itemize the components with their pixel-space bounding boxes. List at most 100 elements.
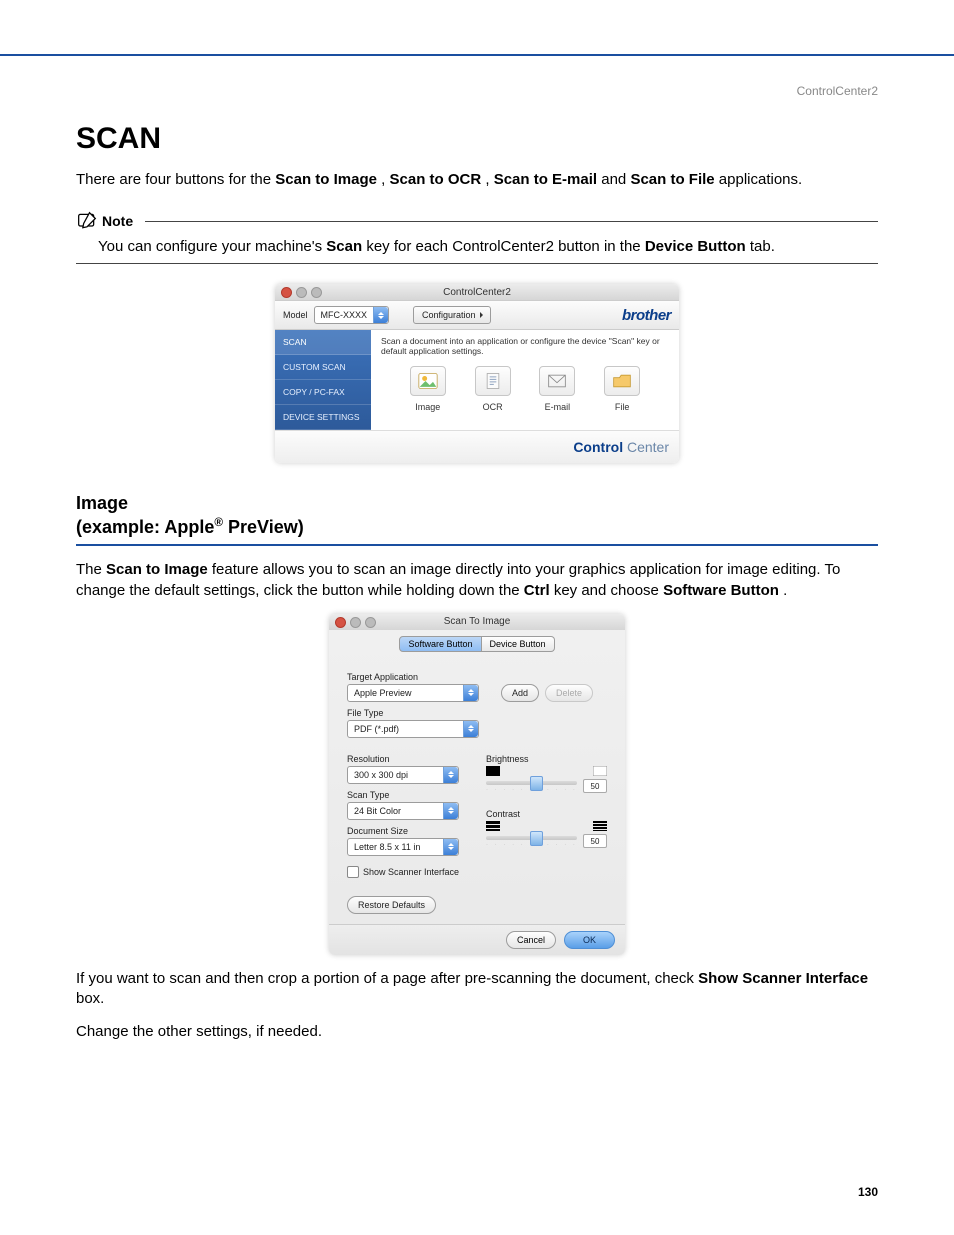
brightness-label: Brightness bbox=[486, 754, 607, 764]
dialog-title: Scan To Image bbox=[444, 616, 511, 627]
brightness-high-icon bbox=[593, 766, 607, 776]
text: , bbox=[381, 171, 389, 188]
scan-to-email-label: Scan to E-mail bbox=[494, 171, 597, 188]
brightness-slider[interactable] bbox=[486, 781, 577, 785]
software-button-bold: Software Button bbox=[663, 582, 779, 599]
traffic-lights bbox=[281, 287, 322, 298]
target-application-row: Apple Preview Add Delete bbox=[347, 684, 607, 702]
chevron-updown-icon bbox=[463, 721, 478, 737]
folder-icon bbox=[604, 366, 640, 396]
scan-key-label: Scan bbox=[326, 238, 362, 255]
contrast-value: 50 bbox=[583, 834, 607, 848]
model-label: Model bbox=[283, 310, 308, 320]
image-icon bbox=[410, 366, 446, 396]
brightness-low-icon bbox=[486, 766, 500, 776]
email-icon bbox=[539, 366, 575, 396]
sidebar-item-scan[interactable]: SCAN bbox=[275, 330, 371, 355]
logo-bold: Control bbox=[573, 439, 623, 455]
zoom-icon[interactable] bbox=[311, 287, 322, 298]
sidebar-item-device-settings[interactable]: DEVICE SETTINGS bbox=[275, 405, 371, 430]
text: PreView) bbox=[223, 517, 304, 537]
minimize-icon[interactable] bbox=[350, 617, 361, 628]
sidebar-item-custom-scan[interactable]: CUSTOM SCAN bbox=[275, 355, 371, 380]
dialog-titlebar: Scan To Image bbox=[329, 614, 625, 630]
scan-to-ocr-button[interactable]: OCR bbox=[475, 366, 511, 412]
section-heading-line1: Image bbox=[76, 493, 878, 514]
file-type-select[interactable]: PDF (*.pdf) bbox=[347, 720, 479, 738]
add-button[interactable]: Add bbox=[501, 684, 539, 702]
sidebar: SCAN CUSTOM SCAN COPY / PC-FAX DEVICE SE… bbox=[275, 330, 371, 430]
show-scanner-interface-paragraph: If you want to scan and then crop a port… bbox=[76, 969, 878, 1010]
scan-to-file-button[interactable]: File bbox=[604, 366, 640, 412]
text: . bbox=[783, 582, 787, 599]
scan-type-select[interactable]: 24 Bit Color bbox=[347, 802, 459, 820]
model-select[interactable]: MFC-XXXX bbox=[314, 306, 390, 324]
configuration-menu[interactable]: Configuration bbox=[413, 306, 491, 324]
contrast-slider[interactable] bbox=[486, 836, 577, 840]
chevron-updown-icon bbox=[443, 767, 458, 783]
slider-knob[interactable] bbox=[530, 831, 543, 846]
page-number: 130 bbox=[858, 1185, 878, 1199]
note-title: Note bbox=[102, 213, 133, 229]
model-value: MFC-XXXX bbox=[315, 310, 374, 320]
tab-device-button[interactable]: Device Button bbox=[482, 636, 555, 652]
scan-to-file-label: Scan to File bbox=[630, 171, 714, 188]
document-size-select[interactable]: Letter 8.5 x 11 in bbox=[347, 838, 459, 856]
button-label: E-mail bbox=[545, 402, 571, 412]
section-heading-line2: (example: Apple® PreView) bbox=[76, 516, 878, 538]
file-type-value: PDF (*.pdf) bbox=[348, 724, 463, 734]
target-application-value: Apple Preview bbox=[348, 688, 463, 698]
dialog-content: Target Application Apple Preview Add Del… bbox=[329, 660, 625, 924]
left-column: Resolution 300 x 300 dpi Scan Type 24 Bi… bbox=[347, 748, 468, 914]
scan-to-image-dialog-screenshot: Scan To Image Software Button Device But… bbox=[76, 614, 878, 955]
note-bottom-rule bbox=[76, 263, 878, 264]
zoom-icon[interactable] bbox=[365, 617, 376, 628]
settings-columns: Resolution 300 x 300 dpi Scan Type 24 Bi… bbox=[347, 748, 607, 914]
scan-to-email-button[interactable]: E-mail bbox=[539, 366, 575, 412]
document-size-value: Letter 8.5 x 11 in bbox=[348, 842, 443, 852]
scan-to-image-dialog: Scan To Image Software Button Device But… bbox=[329, 614, 625, 955]
intro-paragraph: There are four buttons for the Scan to I… bbox=[76, 170, 878, 190]
window-titlebar: ControlCenter2 bbox=[275, 284, 679, 300]
chevron-updown-icon bbox=[373, 307, 388, 323]
text: You can configure your machine's bbox=[98, 238, 326, 255]
scan-buttons-row: Image OCR bbox=[381, 366, 669, 412]
dialog-footer: Cancel OK bbox=[329, 924, 625, 955]
note-pencil-icon bbox=[76, 210, 98, 232]
scan-to-image-label: Scan to Image bbox=[275, 171, 377, 188]
text: There are four buttons for the bbox=[76, 171, 275, 188]
sidebar-item-copy-pcfax[interactable]: COPY / PC-FAX bbox=[275, 380, 371, 405]
contrast-low-icon bbox=[486, 821, 500, 831]
scan-to-ocr-label: Scan to OCR bbox=[390, 171, 482, 188]
brightness-slider-row: ··········· 50 bbox=[486, 778, 607, 795]
target-application-select[interactable]: Apple Preview bbox=[347, 684, 479, 702]
restore-defaults-button[interactable]: Restore Defaults bbox=[347, 896, 436, 914]
slider-knob[interactable] bbox=[530, 776, 543, 791]
show-scanner-interface-checkbox[interactable]: Show Scanner Interface bbox=[347, 866, 468, 878]
page: ControlCenter2 SCAN There are four butto… bbox=[0, 0, 954, 1235]
tab-software-button[interactable]: Software Button bbox=[399, 636, 481, 652]
text: The bbox=[76, 561, 106, 578]
ok-button[interactable]: OK bbox=[564, 931, 615, 949]
note-box: Note You can configure your machine's Sc… bbox=[76, 210, 878, 264]
toolbar: Model MFC-XXXX Configuration brother bbox=[275, 300, 679, 330]
brother-logo: brother bbox=[622, 307, 671, 324]
target-application-label: Target Application bbox=[347, 672, 607, 682]
contrast-label: Contrast bbox=[486, 809, 607, 819]
dialog-body: Software Button Device Button Target App… bbox=[329, 630, 625, 955]
scan-to-image-button[interactable]: Image bbox=[410, 366, 446, 412]
note-rule bbox=[145, 221, 878, 222]
show-scanner-interface-bold: Show Scanner Interface bbox=[698, 970, 868, 987]
brightness-value: 50 bbox=[583, 779, 607, 793]
scan-to-image-paragraph: The Scan to Image feature allows you to … bbox=[76, 560, 878, 601]
close-icon[interactable] bbox=[281, 287, 292, 298]
resolution-select[interactable]: 300 x 300 dpi bbox=[347, 766, 459, 784]
logo-thin: Center bbox=[623, 439, 669, 455]
change-settings-paragraph: Change the other settings, if needed. bbox=[76, 1022, 878, 1043]
minimize-icon[interactable] bbox=[296, 287, 307, 298]
resolution-label: Resolution bbox=[347, 754, 468, 764]
cancel-button[interactable]: Cancel bbox=[506, 931, 556, 949]
close-icon[interactable] bbox=[335, 617, 346, 628]
checkbox-icon bbox=[347, 866, 359, 878]
section-rule bbox=[76, 544, 878, 546]
